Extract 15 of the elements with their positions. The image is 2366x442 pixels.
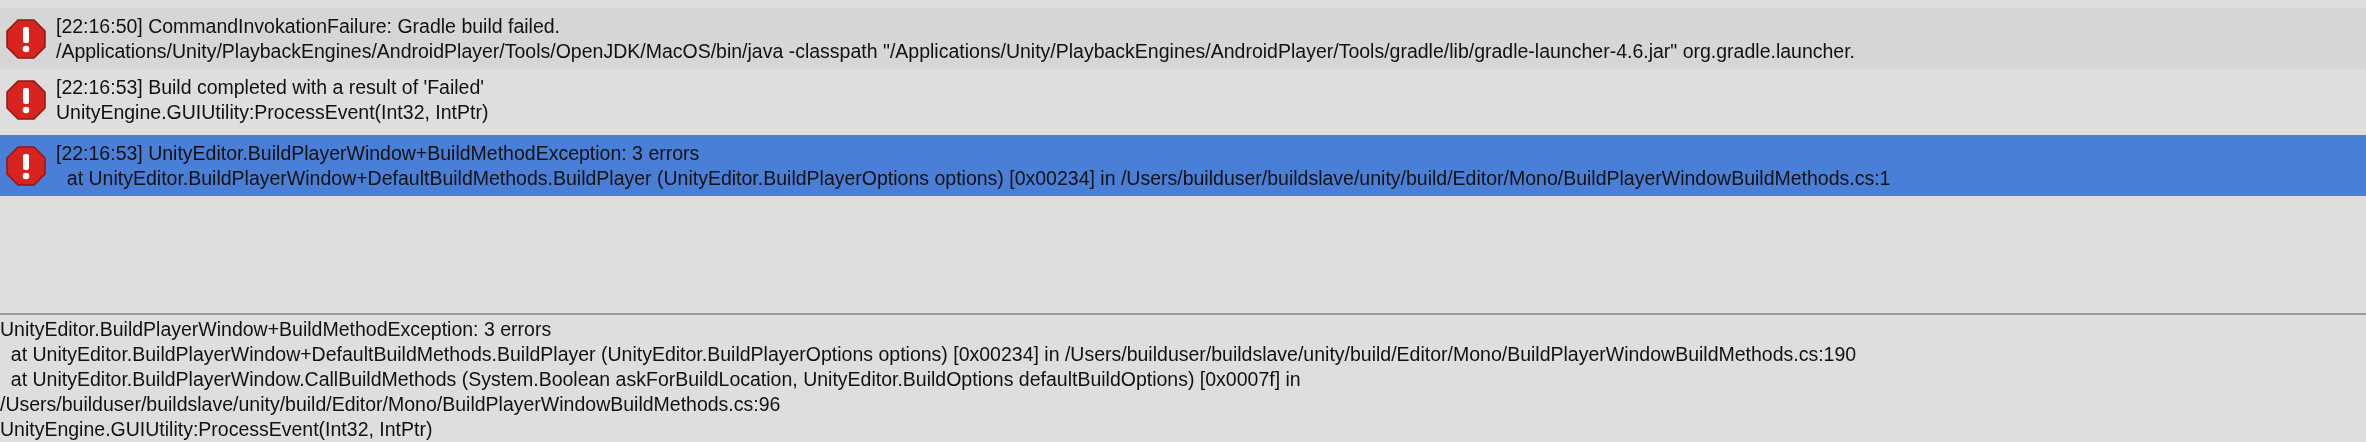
stack-trace-line: /Users/builduser/buildslave/unity/build/Editor/Mono/BuildPlayerWindowBuildMethods.cs:96 bbox=[0, 392, 782, 417]
error-icon bbox=[6, 145, 46, 186]
log-text: UnityEngine.GUIUtility:ProcessEvent(Int32, IntPtr) bbox=[56, 99, 489, 125]
log-text: at UnityEditor.BuildPlayerWindow+DefaultBuildMethods.BuildPlayer (UnityEditor.BuildPlayerOptions options) [0x00234] in /Users/builduser/buildslave/unity/build/Editor/Mono/BuildPlayerWindowBuildMethods.cs:1 bbox=[65, 165, 1891, 191]
log-entry[interactable] bbox=[0, 8, 2366, 69]
error-icon bbox=[6, 79, 46, 120]
log-text: /Applications/Unity/PlaybackEngines/AndroidPlayer/Tools/OpenJDK/MacOS/bin/java -classpath "/Applications/Unity/PlaybackEngines/AndroidPlayer/Tools/gradle/lib/gradle-launcher-4.6.jar" org.gradle.launcher. bbox=[56, 38, 1856, 64]
stack-trace-line: UnityEditor.BuildPlayerWindow+BuildMethodException: 3 errors bbox=[0, 317, 553, 342]
stack-trace-line: at UnityEditor.BuildPlayerWindow+DefaultBuildMethods.BuildPlayer (UnityEditor.BuildPlayerOptions options) [0x00234] in /Users/builduser/buildslave/unity/build/Editor/Mono/BuildPlayerWindowBuildMethods.cs:190 bbox=[9, 342, 1858, 367]
stack-trace-line: UnityEngine.GUIUtility:ProcessEvent(Int32, IntPtr) bbox=[0, 417, 434, 442]
log-text: [22:16:50] CommandInvokationFailure: Gradle build failed. bbox=[56, 13, 562, 39]
log-text: [22:16:53] UnityEditor.BuildPlayerWindow+BuildMethodException: 3 errors bbox=[56, 140, 701, 166]
stack-trace-line: at UnityEditor.BuildPlayerWindow.CallBuildMethods (System.Boolean askForBuildLocation, UnityEditor.BuildOptions defaultBuildOptions) [0x0007f] in bbox=[9, 367, 1302, 392]
log-text: [22:16:53] Build completed with a result of 'Failed' bbox=[56, 74, 486, 100]
error-icon bbox=[6, 18, 46, 59]
